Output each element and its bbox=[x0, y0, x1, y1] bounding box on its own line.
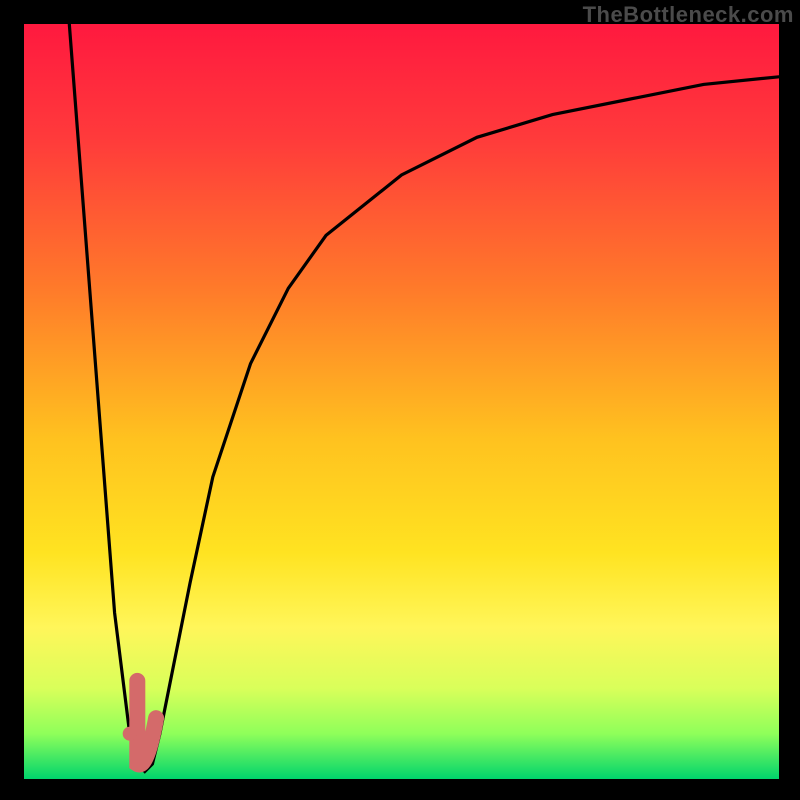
plot-area bbox=[24, 24, 779, 779]
marker-dot bbox=[123, 727, 137, 741]
watermark-text: TheBottleneck.com bbox=[583, 2, 794, 28]
gradient-rect bbox=[24, 24, 779, 779]
chart-frame: TheBottleneck.com bbox=[0, 0, 800, 800]
chart-svg bbox=[24, 24, 779, 779]
